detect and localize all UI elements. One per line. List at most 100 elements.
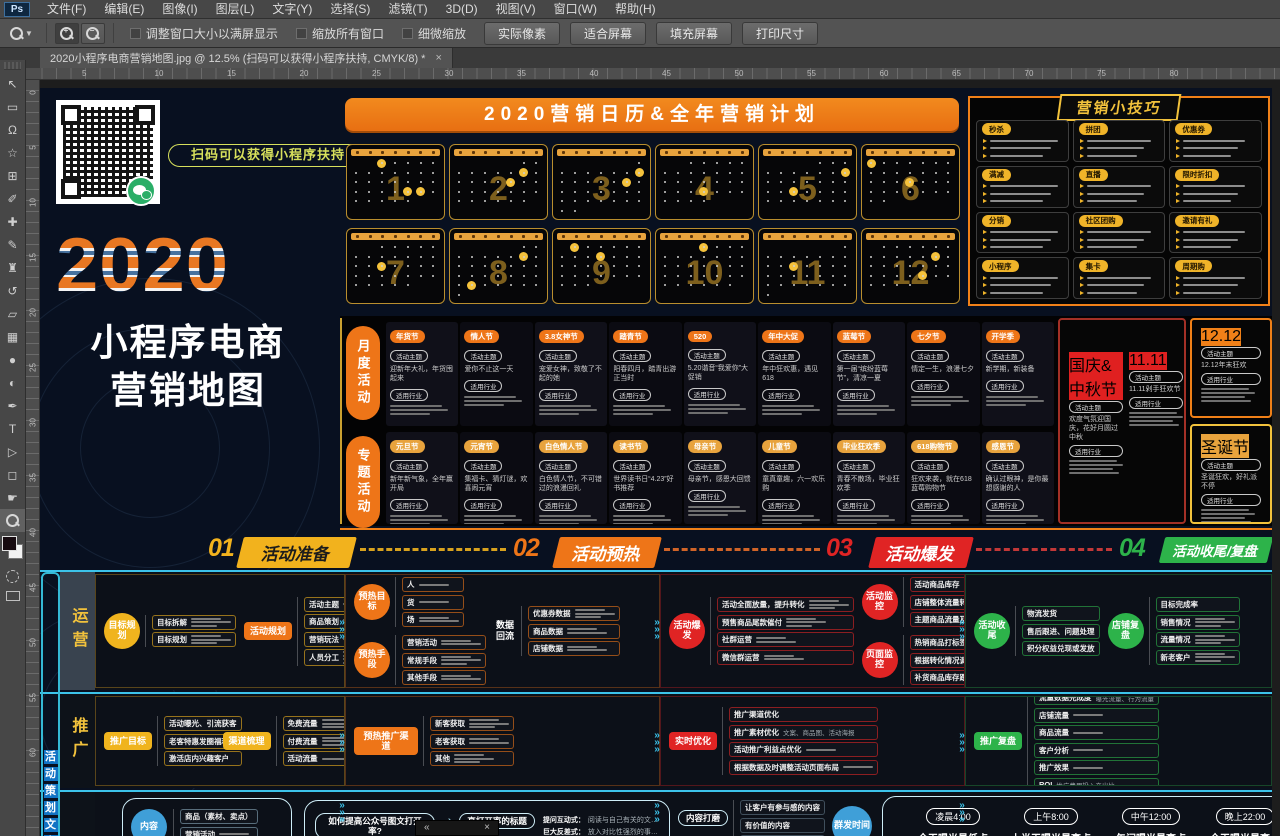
crop-tool[interactable]: ⊞ <box>0 164 25 187</box>
zoom-in-button[interactable]: + <box>55 23 79 44</box>
option-button-0[interactable]: 实际像素 <box>484 22 560 45</box>
day-number <box>523 275 525 277</box>
industry-pill: 适用行业 <box>1129 397 1183 409</box>
minimized-window-bar[interactable]: « × <box>415 820 499 836</box>
bullet-icon <box>1176 276 1180 280</box>
option-button-3[interactable]: 打印尺寸 <box>742 22 818 45</box>
option-checkbox-1[interactable]: 缩放所有窗口 <box>296 25 384 42</box>
mindmap-root: 目标规划 <box>104 613 140 649</box>
checkbox-icon[interactable] <box>130 28 141 39</box>
zoom-out-button[interactable]: − <box>81 23 105 44</box>
mindmap-branch: ROI推广费用投入产出比 <box>1034 778 1159 786</box>
path-select-tool[interactable]: ▷ <box>0 440 25 463</box>
bullet-icon <box>1080 283 1084 287</box>
day-number <box>780 275 782 277</box>
mindmap-cluster: 活动收尾物流发货售后跟进、问题处理积分权益兑现或发放 <box>974 606 1100 656</box>
bullet-icon <box>1176 283 1180 287</box>
magic-wand-tool[interactable]: ☆ <box>0 141 25 164</box>
weekday-tick <box>716 151 719 154</box>
history-brush-tool[interactable]: ↺ <box>0 279 25 302</box>
mindmap-branch: 货 <box>402 595 464 610</box>
close-icon[interactable]: × <box>484 821 490 835</box>
foreground-color-swatch[interactable] <box>2 536 17 551</box>
clone-stamp-tool[interactable]: ♜ <box>0 256 25 279</box>
option-button-2[interactable]: 填充屏幕 <box>656 22 732 45</box>
zoom-tool-icon[interactable] <box>10 27 23 40</box>
panel-grip[interactable] <box>4 62 21 70</box>
mindmap-root: 推广目标 <box>104 732 152 750</box>
blur-tool[interactable]: ● <box>0 348 25 371</box>
mindmap-branches: 物流发货售后跟进、问题处理积分权益兑现或发放 <box>1015 606 1100 656</box>
shape-tool[interactable]: ◻ <box>0 463 25 486</box>
gradient-tool[interactable]: ▦ <box>0 325 25 348</box>
text-line <box>390 519 448 521</box>
menu-item-8[interactable]: 视图(V) <box>487 0 545 19</box>
branch-subtext: 文案、商品图、活动海报 <box>783 727 855 737</box>
tool-preset-caret-icon[interactable]: ▼ <box>25 29 33 38</box>
dodge-tool[interactable]: ◐ <box>0 371 25 394</box>
lasso-tool[interactable]: Ω <box>0 118 25 141</box>
eyedropper-tool[interactable]: ✐ <box>0 187 25 210</box>
menu-item-7[interactable]: 3D(D) <box>437 0 487 19</box>
quick-mask-button[interactable] <box>6 570 19 583</box>
type-tool[interactable]: T <box>0 417 25 440</box>
menu-item-9[interactable]: 窗口(W) <box>545 0 606 19</box>
document-tab[interactable]: 2020小程序电商营销地图.jpg @ 12.5% (扫码可以获得小程序扶持, … <box>40 48 453 68</box>
menu-item-4[interactable]: 文字(Y) <box>263 0 321 19</box>
pen-tool[interactable]: ✒ <box>0 394 25 417</box>
text-line <box>322 726 345 728</box>
mindmap-branches: 商品（素材、卖点）营销活动 <box>173 809 258 836</box>
promotion-row: 推广推广目标活动曝光、引流获客老客特惠发圈福利激活店内兴趣客户渠道梳理免费流量付… <box>60 694 1272 788</box>
industry-pill: 适用行业 <box>1069 445 1123 457</box>
day-number <box>497 172 499 174</box>
color-swatches[interactable] <box>0 534 25 564</box>
menu-item-1[interactable]: 编辑(E) <box>95 0 153 19</box>
text-lines <box>1129 412 1183 426</box>
tip-line <box>1176 146 1255 150</box>
zoom-tool[interactable] <box>0 509 25 532</box>
mindmap-branch: 根据数据及时调整活动页面布局 <box>729 760 878 775</box>
weekday-tick <box>716 235 719 238</box>
mindmap-branch: 免费流量 <box>283 716 345 731</box>
menu-item-0[interactable]: 文件(F) <box>38 0 95 19</box>
checkbox-icon[interactable] <box>296 28 307 39</box>
screen-mode-button[interactable] <box>6 591 20 601</box>
text-line <box>990 155 1043 157</box>
day-number <box>381 275 383 277</box>
day-number <box>922 256 924 258</box>
marquee-tool[interactable]: ▭ <box>0 95 25 118</box>
document-canvas[interactable]: 扫码可以获得小程序扶持 2020 小程序电商 营销地图 2020营销日历&全年营… <box>40 80 1280 836</box>
tab-close-icon[interactable]: × <box>435 52 441 64</box>
day-number <box>729 265 731 267</box>
day-number <box>677 256 679 258</box>
text-line <box>441 678 481 680</box>
text-line <box>1087 284 1144 286</box>
text-line <box>419 584 449 586</box>
text-line <box>1183 246 1230 248</box>
move-tool[interactable]: ↖ <box>0 72 25 95</box>
menu-item-3[interactable]: 图层(L) <box>207 0 264 19</box>
day-number <box>368 191 370 193</box>
option-button-1[interactable]: 适合屏幕 <box>570 22 646 45</box>
menu-item-5[interactable]: 选择(S) <box>321 0 379 19</box>
day-number <box>510 191 512 193</box>
day-number <box>870 162 872 164</box>
calendar-month-11: 11 <box>758 228 857 304</box>
tip-line <box>983 154 1062 158</box>
option-checkbox-0[interactable]: 调整窗口大小以满屏显示 <box>130 25 278 42</box>
divider <box>340 318 342 524</box>
day-number <box>355 275 357 277</box>
menu-item-10[interactable]: 帮助(H) <box>606 0 665 19</box>
healing-brush-tool[interactable]: ✚ <box>0 210 25 233</box>
hand-tool[interactable]: ☛ <box>0 486 25 509</box>
text-line <box>219 833 249 835</box>
collapse-icon[interactable]: « <box>424 821 430 835</box>
checkbox-icon[interactable] <box>402 28 413 39</box>
option-checkbox-2[interactable]: 细微缩放 <box>402 25 466 42</box>
text-line <box>809 600 839 602</box>
day-number <box>677 191 679 193</box>
menu-item-6[interactable]: 滤镜(T) <box>379 0 436 19</box>
menu-item-2[interactable]: 图像(I) <box>153 0 206 19</box>
brush-tool[interactable]: ✎ <box>0 233 25 256</box>
eraser-tool[interactable]: ▱ <box>0 302 25 325</box>
